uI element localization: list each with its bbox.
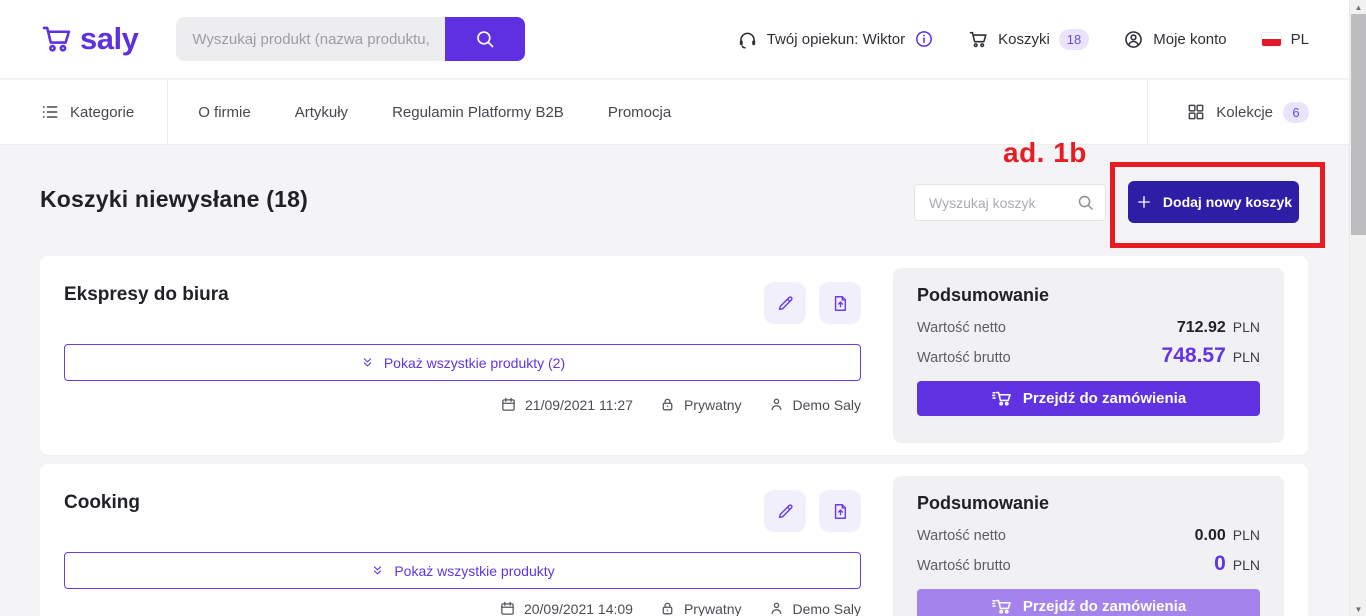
show-products-label: Pokaż wszystkie produkty (2) xyxy=(384,355,565,371)
cart-date: 20/09/2021 14:09 xyxy=(499,600,633,616)
add-cart-button[interactable]: Dodaj nowy koszyk xyxy=(1128,181,1299,223)
cart-visibility: Prywatny xyxy=(659,600,742,616)
edit-cart-button[interactable] xyxy=(764,282,806,324)
pencil-icon xyxy=(776,502,795,521)
scroll-up-arrow-icon[interactable]: ▲ xyxy=(1350,0,1366,14)
product-search-input[interactable] xyxy=(176,17,445,61)
caretaker-item[interactable]: Twój opiekun: Wiktor xyxy=(737,29,934,50)
double-chevron-down-icon xyxy=(370,563,385,578)
plus-icon xyxy=(1135,193,1153,211)
carts-label: Koszyki xyxy=(998,31,1050,48)
person-icon xyxy=(768,600,785,616)
info-icon[interactable] xyxy=(914,29,934,49)
collections-label: Kolekcje xyxy=(1216,104,1273,121)
nav-link-artykuly[interactable]: Artykuły xyxy=(295,104,348,121)
cart-name: Cooking xyxy=(64,492,140,514)
pencil-icon xyxy=(776,294,795,313)
gross-label: Wartość brutto xyxy=(917,558,1011,574)
scrollbar-thumb[interactable] xyxy=(1351,14,1366,235)
show-products-button[interactable]: Pokaż wszystkie produkty (2) xyxy=(64,344,861,381)
gross-amount: 0PLN xyxy=(1214,552,1260,576)
list-icon xyxy=(40,102,60,122)
scroll-down-arrow-icon[interactable]: ▼ xyxy=(1350,602,1366,616)
caretaker-label: Twój opiekun: Wiktor xyxy=(767,31,905,48)
brand-logo[interactable]: saly xyxy=(40,21,138,57)
account-icon xyxy=(1123,29,1144,50)
cart-summary: Podsumowanie Wartość netto 0.00PLN Warto… xyxy=(893,476,1284,616)
nav-link-promocja[interactable]: Promocja xyxy=(608,104,671,121)
header-carts-item[interactable]: Koszyki 18 xyxy=(968,29,1089,50)
language-label: PL xyxy=(1291,31,1309,48)
nav-collections[interactable]: Kolekcje 6 xyxy=(1186,102,1309,123)
annotation-text: ad. 1b xyxy=(1003,137,1087,169)
calendar-icon xyxy=(499,600,516,616)
lock-icon xyxy=(659,396,676,413)
calendar-icon xyxy=(500,396,517,413)
flag-pl-icon xyxy=(1261,32,1282,47)
my-account-item[interactable]: Moje konto xyxy=(1123,29,1226,50)
product-search xyxy=(176,17,525,61)
cart-search-input[interactable] xyxy=(929,195,1076,211)
search-icon[interactable] xyxy=(1076,193,1095,212)
cart-owner: Demo Saly xyxy=(768,396,861,413)
product-search-button[interactable] xyxy=(445,17,525,61)
net-amount: 0.00PLN xyxy=(1195,527,1260,545)
go-to-order-button[interactable]: Przejdź do zamówienia xyxy=(917,589,1260,616)
cart-date: 21/09/2021 11:27 xyxy=(500,396,633,413)
collections-count-badge: 6 xyxy=(1283,102,1309,123)
cart-card: Ekspresy do biura Pokaż wszystkie produk… xyxy=(40,256,1308,455)
cart-icon xyxy=(968,29,989,50)
order-cart-icon xyxy=(991,388,1012,409)
language-switcher[interactable]: PL xyxy=(1261,31,1309,48)
go-to-order-button[interactable]: Przejdź do zamówienia xyxy=(917,381,1260,416)
nav-categories[interactable]: Kategorie xyxy=(40,102,134,122)
carts-count-badge: 18 xyxy=(1059,29,1089,50)
show-products-label: Pokaż wszystkie produkty xyxy=(394,563,554,579)
brand-name: saly xyxy=(80,21,138,57)
grid-icon xyxy=(1186,102,1206,122)
edit-cart-button[interactable] xyxy=(764,490,806,532)
gross-label: Wartość brutto xyxy=(917,350,1011,366)
nav-divider xyxy=(167,80,168,145)
summary-title: Podsumowanie xyxy=(917,493,1260,514)
cart-logo-icon xyxy=(40,22,74,56)
show-products-button[interactable]: Pokaż wszystkie produkty xyxy=(64,552,861,589)
cart-search xyxy=(914,184,1106,221)
person-icon xyxy=(768,396,785,413)
browser-scrollbar[interactable]: ▲ ▼ xyxy=(1349,0,1366,616)
headset-icon xyxy=(737,29,758,50)
net-label: Wartość netto xyxy=(917,528,1006,544)
summary-title: Podsumowanie xyxy=(917,285,1260,306)
main-nav: Kategorie O firmie Artykuły Regulamin Pl… xyxy=(0,80,1349,145)
export-document-icon xyxy=(831,502,850,521)
lock-icon xyxy=(659,600,676,616)
order-cart-icon xyxy=(991,596,1012,616)
export-cart-button[interactable] xyxy=(819,490,861,532)
top-header: saly Twój opiekun: Wiktor Koszyki 18 xyxy=(0,0,1349,79)
page-title: Koszyki niewysłane (18) xyxy=(40,186,308,213)
double-chevron-down-icon xyxy=(360,355,375,370)
nav-link-regulamin[interactable]: Regulamin Platformy B2B xyxy=(392,104,564,121)
gross-amount: 748.57PLN xyxy=(1162,344,1260,368)
cart-summary: Podsumowanie Wartość netto 712.92PLN War… xyxy=(893,268,1284,443)
nav-divider-right xyxy=(1147,80,1148,145)
go-to-order-label: Przejdź do zamówienia xyxy=(1023,598,1186,615)
account-label: Moje konto xyxy=(1153,31,1226,48)
cart-name: Ekspresy do biura xyxy=(64,284,229,306)
cart-card: Cooking Pokaż wszystkie produkty 20/09/2… xyxy=(40,464,1308,616)
cart-owner: Demo Saly xyxy=(768,600,861,616)
add-cart-label: Dodaj nowy koszyk xyxy=(1163,194,1292,210)
search-icon xyxy=(474,28,496,50)
export-document-icon xyxy=(831,294,850,313)
export-cart-button[interactable] xyxy=(819,282,861,324)
net-amount: 712.92PLN xyxy=(1177,319,1260,337)
go-to-order-label: Przejdź do zamówienia xyxy=(1023,390,1186,407)
net-label: Wartość netto xyxy=(917,320,1006,336)
nav-link-o-firmie[interactable]: O firmie xyxy=(198,104,251,121)
categories-label: Kategorie xyxy=(70,104,134,121)
cart-visibility: Prywatny xyxy=(659,396,742,413)
